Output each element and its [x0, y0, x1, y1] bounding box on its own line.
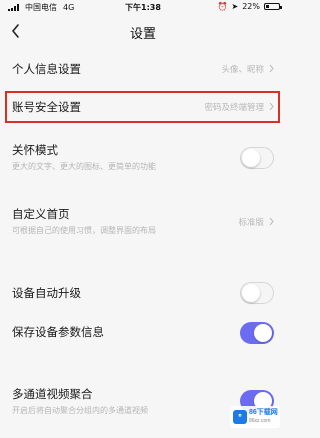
chevron-right-icon: [269, 217, 274, 226]
account-security-title: 账号安全设置: [12, 100, 81, 114]
auto-upgrade-row: 设备自动升级: [0, 282, 286, 306]
personal-info-row[interactable]: 个人信息设置 头像、昵称: [0, 58, 286, 86]
custom-home-title: 自定义首页: [12, 207, 70, 221]
toggle-knob: [254, 324, 272, 342]
custom-home-row[interactable]: 自定义首页 可根据自己的使用习惯，调整界面的布局 标准版: [0, 204, 286, 244]
save-params-toggle[interactable]: [240, 322, 274, 344]
chevron-right-icon: [269, 64, 274, 73]
multi-channel-title: 多通道视频聚合: [12, 387, 93, 401]
watermark-logo: ᴮ: [233, 410, 247, 424]
save-params-title: 保存设备参数信息: [12, 325, 104, 339]
battery-icon: [264, 3, 282, 10]
watermark: ᴮ 86下载网 86xz.com: [230, 406, 280, 428]
battery-percent: 22%: [242, 2, 260, 11]
alarm-icon: ⏰: [217, 2, 228, 11]
auto-upgrade-toggle[interactable]: [240, 282, 274, 304]
personal-info-title: 个人信息设置: [12, 62, 81, 76]
watermark-main: 86下载网: [249, 409, 278, 416]
chevron-right-icon: [269, 102, 274, 111]
status-right: ⏰ ➤ 22%: [217, 2, 282, 11]
save-params-row: 保存设备参数信息: [0, 322, 286, 346]
toggle-knob: [242, 149, 260, 167]
watermark-sub: 86xz.com: [249, 418, 271, 424]
custom-home-value: 标准版: [238, 218, 264, 228]
status-bar: 中国电信 4G 下午1:38 ⏰ ➤ 22%: [0, 0, 286, 14]
care-mode-row: 关怀模式 更大的文字、更大的图标、更简单的功能: [0, 140, 286, 180]
multi-channel-subtitle: 开启后将自动聚合分组内的多通道视频: [12, 406, 148, 415]
account-security-value: 密码及终端管理: [204, 103, 264, 113]
care-mode-toggle[interactable]: [240, 147, 274, 169]
custom-home-subtitle: 可根据自己的使用习惯，调整界面的布局: [12, 226, 156, 235]
toggle-knob: [242, 284, 260, 302]
watermark-text: 86下载网 86xz.com: [249, 409, 278, 425]
care-mode-title: 关怀模式: [12, 143, 58, 157]
care-mode-subtitle: 更大的文字、更大的图标、更简单的功能: [12, 162, 156, 171]
nav-bar: 设置: [0, 14, 286, 48]
account-security-row[interactable]: 账号安全设置 密码及终端管理: [0, 93, 286, 121]
location-icon: ➤: [231, 2, 239, 11]
auto-upgrade-title: 设备自动升级: [12, 286, 81, 300]
personal-info-value: 头像、昵称: [221, 65, 264, 75]
page-title: 设置: [129, 27, 156, 42]
